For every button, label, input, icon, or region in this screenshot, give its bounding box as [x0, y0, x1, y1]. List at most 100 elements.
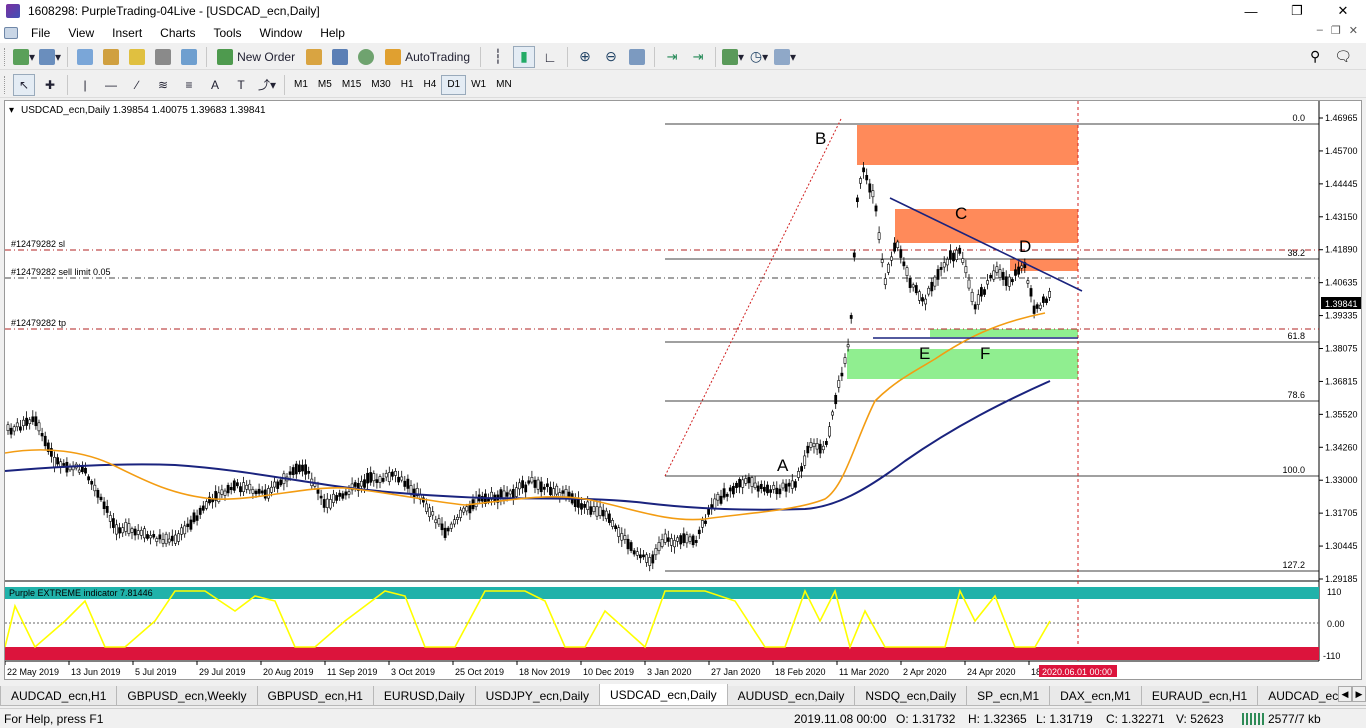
candle-body [620, 533, 624, 541]
chart-canvas[interactable]: 0.0 38.2 61.8 78.6 100.0 127.2 #12479282… [4, 101, 1361, 679]
market-icon[interactable] [329, 46, 351, 68]
menu-help[interactable]: Help [311, 26, 354, 40]
tab-usdjpy-daily[interactable]: USDJPY_ecn,Daily [474, 686, 600, 706]
strategy-tester-icon[interactable] [178, 46, 200, 68]
tab-euraud-h1[interactable]: EURAUD_ecn,H1 [1140, 686, 1259, 706]
timeframe-mn[interactable]: MN [491, 75, 517, 95]
timeframe-w1[interactable]: W1 [466, 75, 491, 95]
timeframe-m5[interactable]: M5 [313, 75, 337, 95]
trendline-icon[interactable]: ∕ [126, 74, 148, 96]
candle-body [456, 516, 459, 520]
tab-usdcad-daily[interactable]: USDCAD_ecn,Daily [598, 684, 728, 706]
new-order-button[interactable]: New Order [213, 46, 299, 68]
candle-body [716, 494, 720, 501]
candle-body [809, 442, 813, 448]
candle-body [595, 506, 599, 517]
tab-audcad-h1[interactable]: AUDCAD_ecn,H1 [0, 686, 118, 706]
tab-gbpusd-weekly[interactable]: GBPUSD_ecn,Weekly [116, 686, 258, 706]
tab-scroll-right-icon[interactable]: ▶ [1352, 686, 1366, 702]
cursor-icon[interactable]: ↖ [13, 73, 35, 96]
timeframe-d1[interactable]: D1 [441, 74, 467, 95]
minimize-button[interactable]: — [1228, 0, 1274, 22]
navigator-icon[interactable] [126, 46, 148, 68]
bar-chart-icon[interactable]: ┆ [487, 46, 509, 68]
date-tick-label: 25 Oct 2019 [455, 667, 504, 677]
market-watch-icon[interactable] [74, 46, 96, 68]
mdi-minimize-button[interactable]: – [1317, 24, 1323, 37]
price-tick-label: 1.30445 [1325, 541, 1358, 551]
zoom-in-icon[interactable]: ⊕ [574, 46, 596, 68]
vps-icon[interactable] [355, 46, 377, 68]
chart-doc-icon[interactable] [0, 26, 22, 39]
zoom-out-icon[interactable]: ⊖ [600, 46, 622, 68]
periods-icon[interactable]: ◷ ▾ [748, 46, 770, 68]
chart-shift-icon[interactable]: ⇥ [661, 46, 683, 68]
candle-body [15, 422, 19, 428]
data-window-icon[interactable] [100, 46, 122, 68]
tab-sp-m1[interactable]: SP_ecn,M1 [966, 686, 1051, 706]
candle-body [642, 554, 645, 558]
candle-body [189, 519, 193, 530]
candle-body [604, 510, 608, 520]
timeframe-h1[interactable]: H1 [396, 75, 419, 95]
menu-window[interactable]: Window [251, 26, 312, 40]
tab-eurusd-daily[interactable]: EURUSD,Daily [372, 686, 476, 706]
candle-body [688, 536, 692, 542]
tile-windows-icon[interactable] [626, 46, 648, 68]
candle-body [896, 241, 900, 248]
horizontal-line-icon[interactable]: — [100, 74, 122, 96]
menu-charts[interactable]: Charts [151, 26, 204, 40]
vertical-line-icon[interactable]: | [74, 74, 96, 96]
crosshair-icon[interactable]: ✚ [39, 74, 61, 96]
timeframe-m15[interactable]: M15 [337, 75, 366, 95]
candle-body [713, 498, 717, 510]
mdi-restore-button[interactable]: ❐ [1331, 24, 1341, 37]
timeframe-m30[interactable]: M30 [366, 75, 395, 95]
profiles-button[interactable]: ▾ [39, 46, 61, 68]
mdi-close-button[interactable]: ✕ [1349, 24, 1358, 37]
channel-icon[interactable]: ≋ [152, 74, 174, 96]
templates-icon[interactable]: ▾ [774, 46, 796, 68]
autotrading-button[interactable]: AutoTrading [381, 46, 474, 68]
autoscroll-icon[interactable]: ⇥ [687, 46, 709, 68]
fibonacci-icon[interactable]: ≡ [178, 74, 200, 96]
candlestick-icon[interactable]: ▮ [513, 45, 536, 68]
menu-file[interactable]: File [22, 26, 59, 40]
new-chart-button[interactable]: ▾ [13, 46, 35, 68]
chat-icon[interactable]: 🗨 [1334, 48, 1352, 65]
timeframe-m1[interactable]: M1 [289, 75, 313, 95]
chart-window[interactable]: 0.0 38.2 61.8 78.6 100.0 127.2 #12479282… [4, 100, 1362, 680]
price-tick-label: 1.38075 [1325, 344, 1358, 354]
tab-scroll-left-icon[interactable]: ◀ [1338, 686, 1352, 702]
candle-body [263, 489, 267, 499]
signals-icon[interactable] [303, 46, 325, 68]
tab-dax-m1[interactable]: DAX_ecn,M1 [1049, 686, 1142, 706]
menu-tools[interactable]: Tools [205, 26, 251, 40]
arrows-icon[interactable]: ⤴▾ [256, 74, 278, 96]
tab-audusd-daily[interactable]: AUDUSD_ecn,Daily [726, 686, 856, 706]
candle-body [573, 498, 577, 507]
wave-label-d: D [1019, 237, 1031, 256]
maximize-button[interactable]: ❐ [1274, 0, 1320, 22]
tab-nsdq-daily[interactable]: NSDQ_ecn,Daily [854, 686, 968, 706]
line-chart-icon[interactable]: ∟ [539, 46, 561, 68]
label-icon[interactable]: T [230, 74, 252, 96]
candle-body [34, 416, 38, 427]
menu-view[interactable]: View [59, 26, 103, 40]
candle-body [589, 506, 593, 515]
text-icon[interactable]: A [204, 74, 226, 96]
close-button[interactable]: ✕ [1320, 0, 1366, 22]
candle-body [459, 509, 463, 518]
status-close: C: 1.32271 [1106, 712, 1165, 726]
indicators-icon[interactable]: ▾ [722, 46, 744, 68]
price-tick-label: 1.41890 [1325, 245, 1358, 255]
tab-gbpusd-h1[interactable]: GBPUSD_ecn,H1 [256, 686, 374, 706]
search-icon[interactable]: ⚲ [1310, 48, 1320, 65]
candle-body [806, 445, 810, 454]
status-open: O: 1.31732 [896, 712, 956, 726]
menu-insert[interactable]: Insert [103, 26, 151, 40]
timeframe-h4[interactable]: H4 [419, 75, 442, 95]
candle-body [958, 247, 962, 254]
terminal-icon[interactable] [152, 46, 174, 68]
candle-body [118, 527, 122, 534]
